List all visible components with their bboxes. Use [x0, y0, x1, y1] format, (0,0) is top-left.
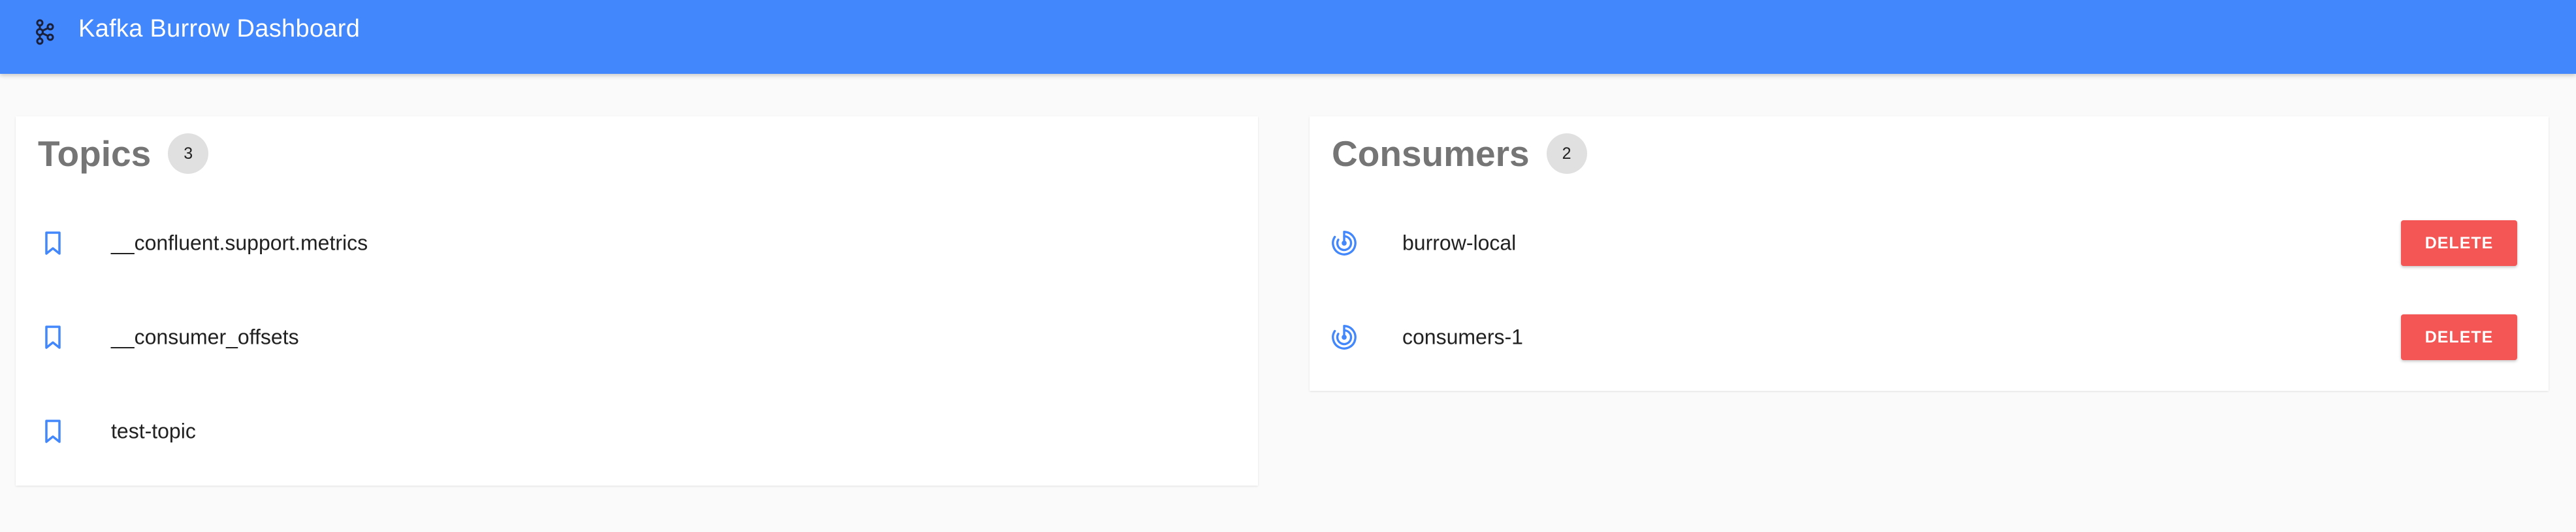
topic-label: __consumer_offsets	[111, 325, 299, 349]
app-bar: Kafka Burrow Dashboard	[0, 0, 2576, 74]
consumer-label: burrow-local	[1402, 231, 1517, 255]
topics-count-badge: 3	[168, 133, 209, 174]
consumers-count-badge: 2	[1546, 133, 1587, 174]
bookmark-icon	[39, 418, 67, 445]
consumer-item[interactable]: consumers-1 DELETE	[1310, 290, 2549, 384]
delete-consumer-button[interactable]: DELETE	[2401, 220, 2517, 266]
consumer-item[interactable]: burrow-local DELETE	[1310, 196, 2549, 290]
consumers-card: Consumers 2 burrow-local DELETE consumer…	[1310, 116, 2549, 391]
consumers-list: burrow-local DELETE consumers-1 DELETE	[1310, 196, 2549, 384]
app-title: Kafka Burrow Dashboard	[78, 15, 361, 42]
topic-label: __confluent.support.metrics	[111, 231, 368, 255]
topic-label: test-topic	[111, 419, 196, 443]
consumers-title: Consumers	[1332, 133, 1530, 174]
kafka-logo-icon	[34, 18, 56, 46]
topic-item[interactable]: test-topic	[16, 384, 1258, 478]
topic-item[interactable]: __confluent.support.metrics	[16, 196, 1258, 290]
topics-list: __confluent.support.metrics __consumer_o…	[16, 196, 1258, 478]
topics-card: Topics 3 __confluent.support.metrics __c…	[16, 116, 1258, 486]
topics-header: Topics 3	[38, 131, 209, 176]
app-root: Kafka Burrow Dashboard Topics 3 __conflu…	[0, 0, 2576, 532]
bookmark-icon	[39, 324, 67, 351]
radar-icon	[1330, 324, 1358, 351]
topics-title: Topics	[38, 133, 152, 174]
topic-item[interactable]: __consumer_offsets	[16, 290, 1258, 384]
delete-consumer-button[interactable]: DELETE	[2401, 314, 2517, 360]
consumer-label: consumers-1	[1402, 325, 1523, 349]
consumers-header: Consumers 2	[1332, 131, 1587, 176]
radar-icon	[1330, 229, 1358, 257]
bookmark-icon	[39, 229, 67, 257]
